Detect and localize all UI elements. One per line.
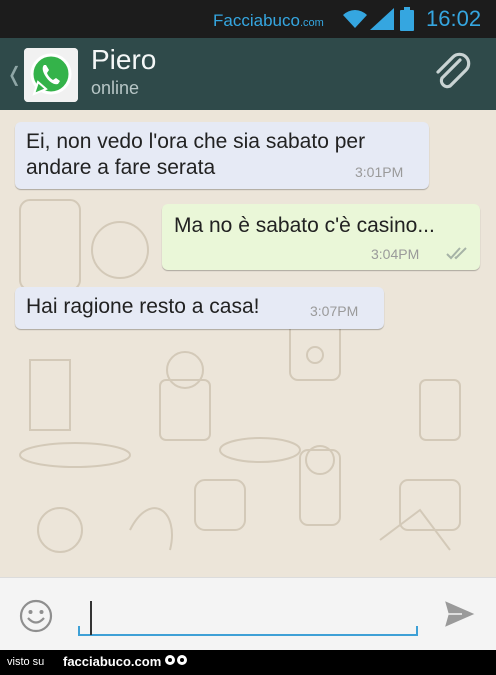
chevron-left-icon[interactable]: ❬	[6, 62, 23, 86]
clock: 16:02	[426, 6, 482, 31]
message-input[interactable]	[78, 594, 418, 636]
footer-prefix: visto su	[7, 656, 45, 668]
status-bar: Facciabuco.com 16:02	[0, 0, 496, 38]
contact-status: online	[91, 78, 140, 98]
text-cursor	[90, 601, 92, 635]
message-composer	[0, 577, 496, 651]
signal-icon	[370, 8, 394, 30]
whatsapp-icon	[24, 48, 78, 102]
message-timestamp: 3:01PM	[355, 164, 404, 180]
message-timestamp: 3:04PM	[371, 246, 420, 262]
message-text-line: Hai ragione resto a casa!	[26, 295, 260, 318]
message-bubble-incoming[interactable]: Ei, non vedo l'ora che sia sabato per an…	[15, 122, 429, 189]
message-text-line: Ei, non vedo l'ora che sia sabato per	[26, 130, 366, 153]
paperclip-icon[interactable]	[430, 52, 474, 96]
chat-area[interactable]: Ei, non vedo l'ora che sia sabato per an…	[0, 110, 496, 577]
wifi-icon	[343, 10, 367, 28]
message-text-line: Ma no è sabato c'è casino...	[174, 214, 435, 237]
brand-watermark: Facciabuco.com	[213, 11, 324, 30]
eyes-icon	[165, 655, 187, 665]
double-check-icon	[446, 247, 467, 260]
message-bubble-incoming[interactable]: Hai ragione resto a casa! 3:07PM	[15, 287, 384, 329]
footer-site: facciabuco.com	[63, 654, 162, 669]
contact-name[interactable]: Piero	[91, 44, 156, 76]
chat-header: ❬ Piero online	[0, 38, 496, 110]
message-text-line: andare a fare serata	[26, 156, 216, 179]
avatar[interactable]	[24, 48, 78, 102]
watermark-footer: visto su facciabuco.com	[0, 650, 496, 675]
message-timestamp: 3:07PM	[310, 303, 359, 319]
smiley-icon[interactable]	[18, 598, 54, 634]
send-icon[interactable]	[442, 598, 478, 630]
battery-icon	[400, 7, 414, 31]
message-bubble-outgoing[interactable]: Ma no è sabato c'è casino... 3:04PM	[162, 204, 480, 270]
